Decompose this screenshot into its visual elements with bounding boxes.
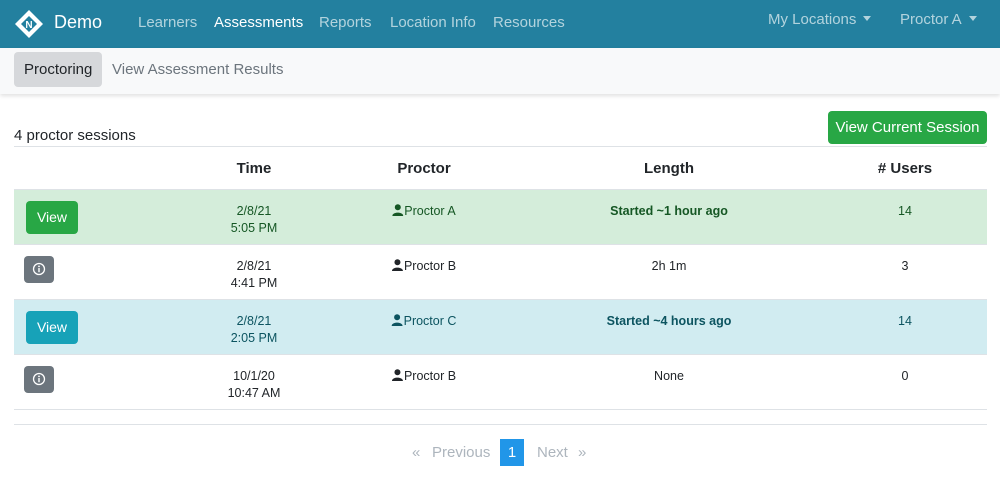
tab-proctoring[interactable]: Proctoring xyxy=(14,52,103,87)
user-menu-dropdown[interactable]: Proctor A xyxy=(900,11,977,28)
nav-resources[interactable]: Resources xyxy=(493,14,565,31)
proctor-name: Proctor B xyxy=(403,259,457,273)
my-locations-label: My Locations xyxy=(768,11,857,28)
session-clock: 5:05 PM xyxy=(230,221,278,235)
proctor-name: Proctor C xyxy=(403,314,457,328)
session-time: 2/8/21 4:41 PM xyxy=(231,258,278,292)
session-clock: 2:05 PM xyxy=(230,331,278,345)
session-info-button[interactable] xyxy=(24,256,54,283)
session-users: 14 xyxy=(898,204,912,218)
session-clock: 10:47 AM xyxy=(227,386,281,400)
session-date: 2/8/21 xyxy=(236,204,272,218)
column-header-users: # Users xyxy=(877,160,933,177)
brand-name[interactable]: Demo xyxy=(54,12,102,33)
column-header-proctor: Proctor xyxy=(397,160,451,177)
session-proctor: Proctor B xyxy=(391,368,457,385)
session-date: 10/1/20 xyxy=(233,369,275,383)
logo-letter: N xyxy=(25,20,32,31)
user-icon xyxy=(391,369,403,381)
view-session-button[interactable]: View xyxy=(26,311,78,344)
my-locations-dropdown[interactable]: My Locations xyxy=(768,11,872,28)
nav-reports[interactable]: Reports xyxy=(319,14,372,31)
session-length: 2h 1m xyxy=(651,259,687,273)
session-date: 2/8/21 xyxy=(236,314,272,328)
nav-learners[interactable]: Learners xyxy=(138,14,197,31)
divider xyxy=(14,424,987,425)
session-time: 10/1/20 10:47 AM xyxy=(228,368,281,402)
brand-logo-icon[interactable]: N xyxy=(14,9,44,39)
session-proctor: Proctor C xyxy=(391,313,457,330)
session-length: None xyxy=(654,369,684,383)
pagination-next[interactable]: Next xyxy=(537,444,568,461)
proctor-name: Proctor A xyxy=(404,204,456,218)
column-header-time: Time xyxy=(236,160,272,177)
chevron-down-icon xyxy=(968,16,977,21)
session-clock: 4:41 PM xyxy=(230,276,278,290)
info-icon xyxy=(32,262,46,276)
session-time: 2/8/21 2:05 PM xyxy=(231,313,278,347)
user-icon xyxy=(391,314,403,326)
table-row: 2/8/21 4:41 PM Proctor B 2h 1m 3 xyxy=(14,245,987,300)
session-users: 14 xyxy=(898,314,912,328)
table-row: 10/1/20 10:47 AM Proctor B None 0 xyxy=(14,355,987,410)
session-length: Started ~4 hours ago xyxy=(606,314,732,328)
pagination-first[interactable]: « xyxy=(412,444,420,461)
column-header-length: Length xyxy=(644,160,694,177)
session-date: 2/8/21 xyxy=(236,259,272,273)
session-proctor: Proctor A xyxy=(392,203,456,220)
session-time: 2/8/21 5:05 PM xyxy=(231,203,278,237)
tab-view-assessment-results[interactable]: View Assessment Results xyxy=(102,52,293,87)
sub-navbar: Proctoring View Assessment Results xyxy=(0,48,1000,94)
pagination-page-1[interactable]: 1 xyxy=(500,439,524,466)
user-icon xyxy=(391,259,403,271)
session-users: 3 xyxy=(901,259,909,273)
user-menu-label: Proctor A xyxy=(900,11,962,28)
user-icon xyxy=(392,204,404,216)
nav-location-info[interactable]: Location Info xyxy=(390,14,476,31)
session-info-button[interactable] xyxy=(24,366,54,393)
info-icon xyxy=(32,372,46,386)
chevron-down-icon xyxy=(863,16,872,21)
session-length: Started ~1 hour ago xyxy=(610,204,728,218)
view-session-button[interactable]: View xyxy=(26,201,78,234)
pagination-previous[interactable]: Previous xyxy=(432,444,490,461)
session-count: 4 proctor sessions xyxy=(14,127,136,144)
table-row: View 2/8/21 5:05 PM Proctor A Started ~1… xyxy=(14,190,987,245)
view-current-session-button[interactable]: View Current Session xyxy=(828,111,987,144)
pagination-last[interactable]: » xyxy=(578,444,586,461)
session-proctor: Proctor B xyxy=(391,258,457,275)
divider xyxy=(14,146,987,147)
proctor-name: Proctor B xyxy=(403,369,457,383)
session-users: 0 xyxy=(901,369,909,383)
nav-assessments[interactable]: Assessments xyxy=(214,14,303,31)
table-row: View 2/8/21 2:05 PM Proctor C Started ~4… xyxy=(14,300,987,355)
top-navbar: N Demo Learners Assessments Reports Loca… xyxy=(0,0,1000,48)
